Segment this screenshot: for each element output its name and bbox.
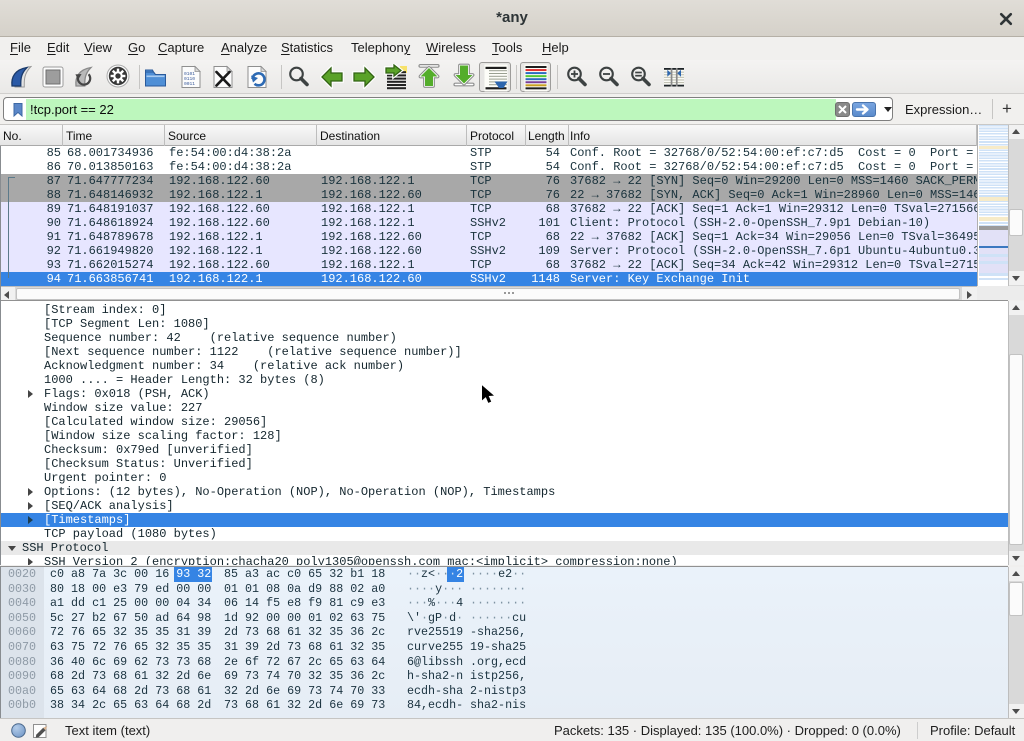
svg-text:0011: 0011	[184, 81, 195, 87]
